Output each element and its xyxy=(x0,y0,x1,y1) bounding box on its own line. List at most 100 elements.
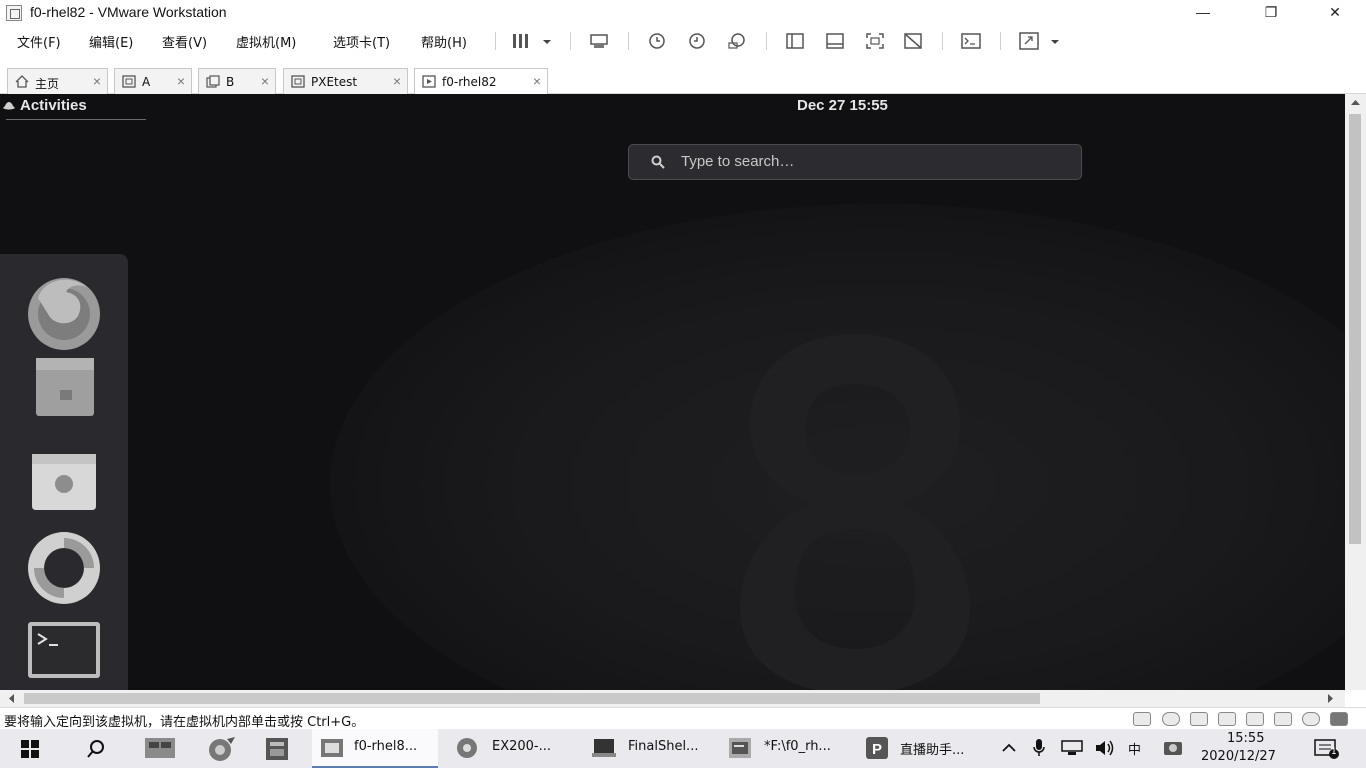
home-icon xyxy=(15,75,29,88)
top-bar-clock[interactable]: Dec 27 15:55 xyxy=(797,97,888,114)
toolbar-separator xyxy=(495,32,496,50)
menu-bar: 文件(F) 编辑(E) 查看(V) 虚拟机(M) 选项卡(T) 帮助(H) xyxy=(0,26,1366,56)
terminal-icon[interactable] xyxy=(22,612,106,690)
vertical-scroll-thumb[interactable] xyxy=(1349,114,1361,544)
tab-label: B xyxy=(226,75,235,89)
taskbar-item-editor[interactable]: *F:\f0_rh... xyxy=(720,729,846,768)
tray-chevron-up-icon[interactable] xyxy=(1002,743,1016,753)
chevron-down-icon[interactable] xyxy=(1048,31,1062,51)
close-button[interactable]: ✕ xyxy=(1312,0,1358,26)
tab-b[interactable]: B × xyxy=(198,68,276,94)
vm-display[interactable]: Activities Dec 27 15:55 Type to search… xyxy=(0,94,1345,690)
tab-close-icon[interactable]: × xyxy=(261,73,269,89)
activities-label: Activities xyxy=(20,97,87,114)
menu-vm[interactable]: 虚拟机(M) xyxy=(236,32,296,51)
tab-close-icon[interactable]: × xyxy=(93,73,101,89)
chevron-down-icon[interactable] xyxy=(540,31,554,51)
windows-taskbar: f0-rhel8... EX200-... FinalShel... *F:\f… xyxy=(0,729,1366,768)
restore-button[interactable]: ❐ xyxy=(1248,0,1294,26)
send-ctrl-alt-del-icon[interactable] xyxy=(588,31,610,51)
message-log-icon[interactable] xyxy=(1330,712,1348,726)
menu-help[interactable]: 帮助(H) xyxy=(421,32,467,51)
status-message: 要将输入定向到该虚拟机，请在虚拟机内部单击或按 Ctrl+G。 xyxy=(4,715,365,730)
scroll-up-icon[interactable] xyxy=(1351,99,1360,105)
taskbar-clock-time[interactable]: 15:55 xyxy=(1227,731,1264,746)
snapshot-icon[interactable] xyxy=(646,31,668,51)
help-icon[interactable] xyxy=(22,526,106,610)
firefox-icon[interactable] xyxy=(22,268,106,352)
taskbar-item-label: FinalShel... xyxy=(628,739,699,754)
unity-mode-icon[interactable] xyxy=(902,31,924,51)
pinned-app-icon[interactable] xyxy=(264,736,290,762)
taskbar-item-label: EX200-... xyxy=(492,739,552,754)
tab-pxetest[interactable]: PXEtest × xyxy=(283,68,408,94)
scroll-right-icon[interactable] xyxy=(1328,694,1334,703)
taskbar-item-live-assistant[interactable]: P 直播助手... xyxy=(856,729,982,768)
menu-view[interactable]: 查看(V) xyxy=(162,32,207,51)
software-icon[interactable] xyxy=(22,440,106,524)
stretch-view-icon[interactable] xyxy=(1018,31,1040,51)
vm-icon xyxy=(291,75,305,88)
vm-group-icon xyxy=(206,75,220,88)
thumbnail-bar-icon[interactable] xyxy=(824,31,846,51)
tab-close-icon[interactable]: × xyxy=(533,73,541,89)
taskbar-item-finalshell[interactable]: FinalShel... xyxy=(584,729,710,768)
display-icon[interactable] xyxy=(1302,712,1320,726)
tab-bar: 主页 × A × B × PXEtest × f0-rhel82 × xyxy=(0,64,1366,95)
horizontal-scrollbar[interactable] xyxy=(0,690,1345,707)
minimize-button[interactable]: — xyxy=(1180,0,1226,26)
microphone-icon[interactable] xyxy=(1032,738,1046,758)
activities-underline xyxy=(6,119,146,120)
tab-close-icon[interactable]: × xyxy=(177,73,185,89)
window-title: f0-rhel82 - VMware Workstation xyxy=(30,4,227,20)
notification-count: 1 xyxy=(1331,747,1337,757)
windows-start-icon[interactable] xyxy=(21,740,39,758)
menu-edit[interactable]: 编辑(E) xyxy=(89,32,133,51)
revert-snapshot-icon[interactable] xyxy=(686,31,708,51)
taskbar-item-ex200[interactable]: EX200-... xyxy=(448,729,574,768)
cd-dvd-icon[interactable] xyxy=(1162,712,1180,726)
overview-search-input[interactable]: Type to search… xyxy=(628,144,1082,180)
tab-a[interactable]: A × xyxy=(114,68,192,94)
volume-icon[interactable] xyxy=(1094,738,1116,758)
scroll-left-icon[interactable] xyxy=(8,694,14,703)
task-view-icon[interactable] xyxy=(144,737,176,759)
taskbar-clock-date[interactable]: 2020/12/27 xyxy=(1201,749,1276,764)
taskbar-item-label: *F:\f0_rh... xyxy=(764,739,831,754)
files-icon[interactable] xyxy=(22,354,106,438)
vertical-scrollbar[interactable] xyxy=(1345,94,1366,690)
pinned-app-icon[interactable] xyxy=(203,736,237,762)
redhat-icon xyxy=(3,102,15,110)
activities-button[interactable]: Activities xyxy=(3,97,87,114)
toolbar-separator xyxy=(628,32,629,50)
console-view-icon[interactable] xyxy=(960,31,982,51)
dash-favorites xyxy=(0,254,128,690)
search-icon[interactable] xyxy=(86,739,106,759)
sound-card-icon[interactable] xyxy=(1246,712,1264,726)
printer-icon[interactable] xyxy=(1274,712,1292,726)
tab-label: PXEtest xyxy=(311,75,358,89)
search-placeholder: Type to search… xyxy=(681,153,795,170)
rhel8-logo xyxy=(740,334,970,690)
tab-close-icon[interactable]: × xyxy=(393,73,401,89)
full-screen-icon[interactable] xyxy=(864,31,886,51)
usb-icon[interactable] xyxy=(1218,712,1236,726)
network-icon[interactable] xyxy=(1060,739,1084,757)
ime-indicator[interactable]: 中 xyxy=(1128,739,1141,758)
toolbar-separator xyxy=(942,32,943,50)
network-adapter-icon[interactable] xyxy=(1190,712,1208,726)
horizontal-scroll-thumb[interactable] xyxy=(24,693,1040,704)
snapshot-manager-icon[interactable] xyxy=(726,31,748,51)
tray-app-icon[interactable] xyxy=(1162,738,1184,758)
tab-f0-rhel82[interactable]: f0-rhel82 × xyxy=(414,68,548,95)
library-view-icon[interactable] xyxy=(784,31,806,51)
toolbar-separator xyxy=(570,32,571,50)
menu-tabs[interactable]: 选项卡(T) xyxy=(333,32,390,51)
svg-text:P: P xyxy=(872,741,882,758)
tab-home[interactable]: 主页 × xyxy=(7,68,108,94)
disc-icon xyxy=(457,738,477,758)
menu-file[interactable]: 文件(F) xyxy=(17,32,61,51)
hard-disk-icon[interactable] xyxy=(1133,712,1151,726)
taskbar-item-vmware[interactable]: f0-rhel8... xyxy=(312,729,438,768)
pause-icon[interactable] xyxy=(510,31,532,51)
